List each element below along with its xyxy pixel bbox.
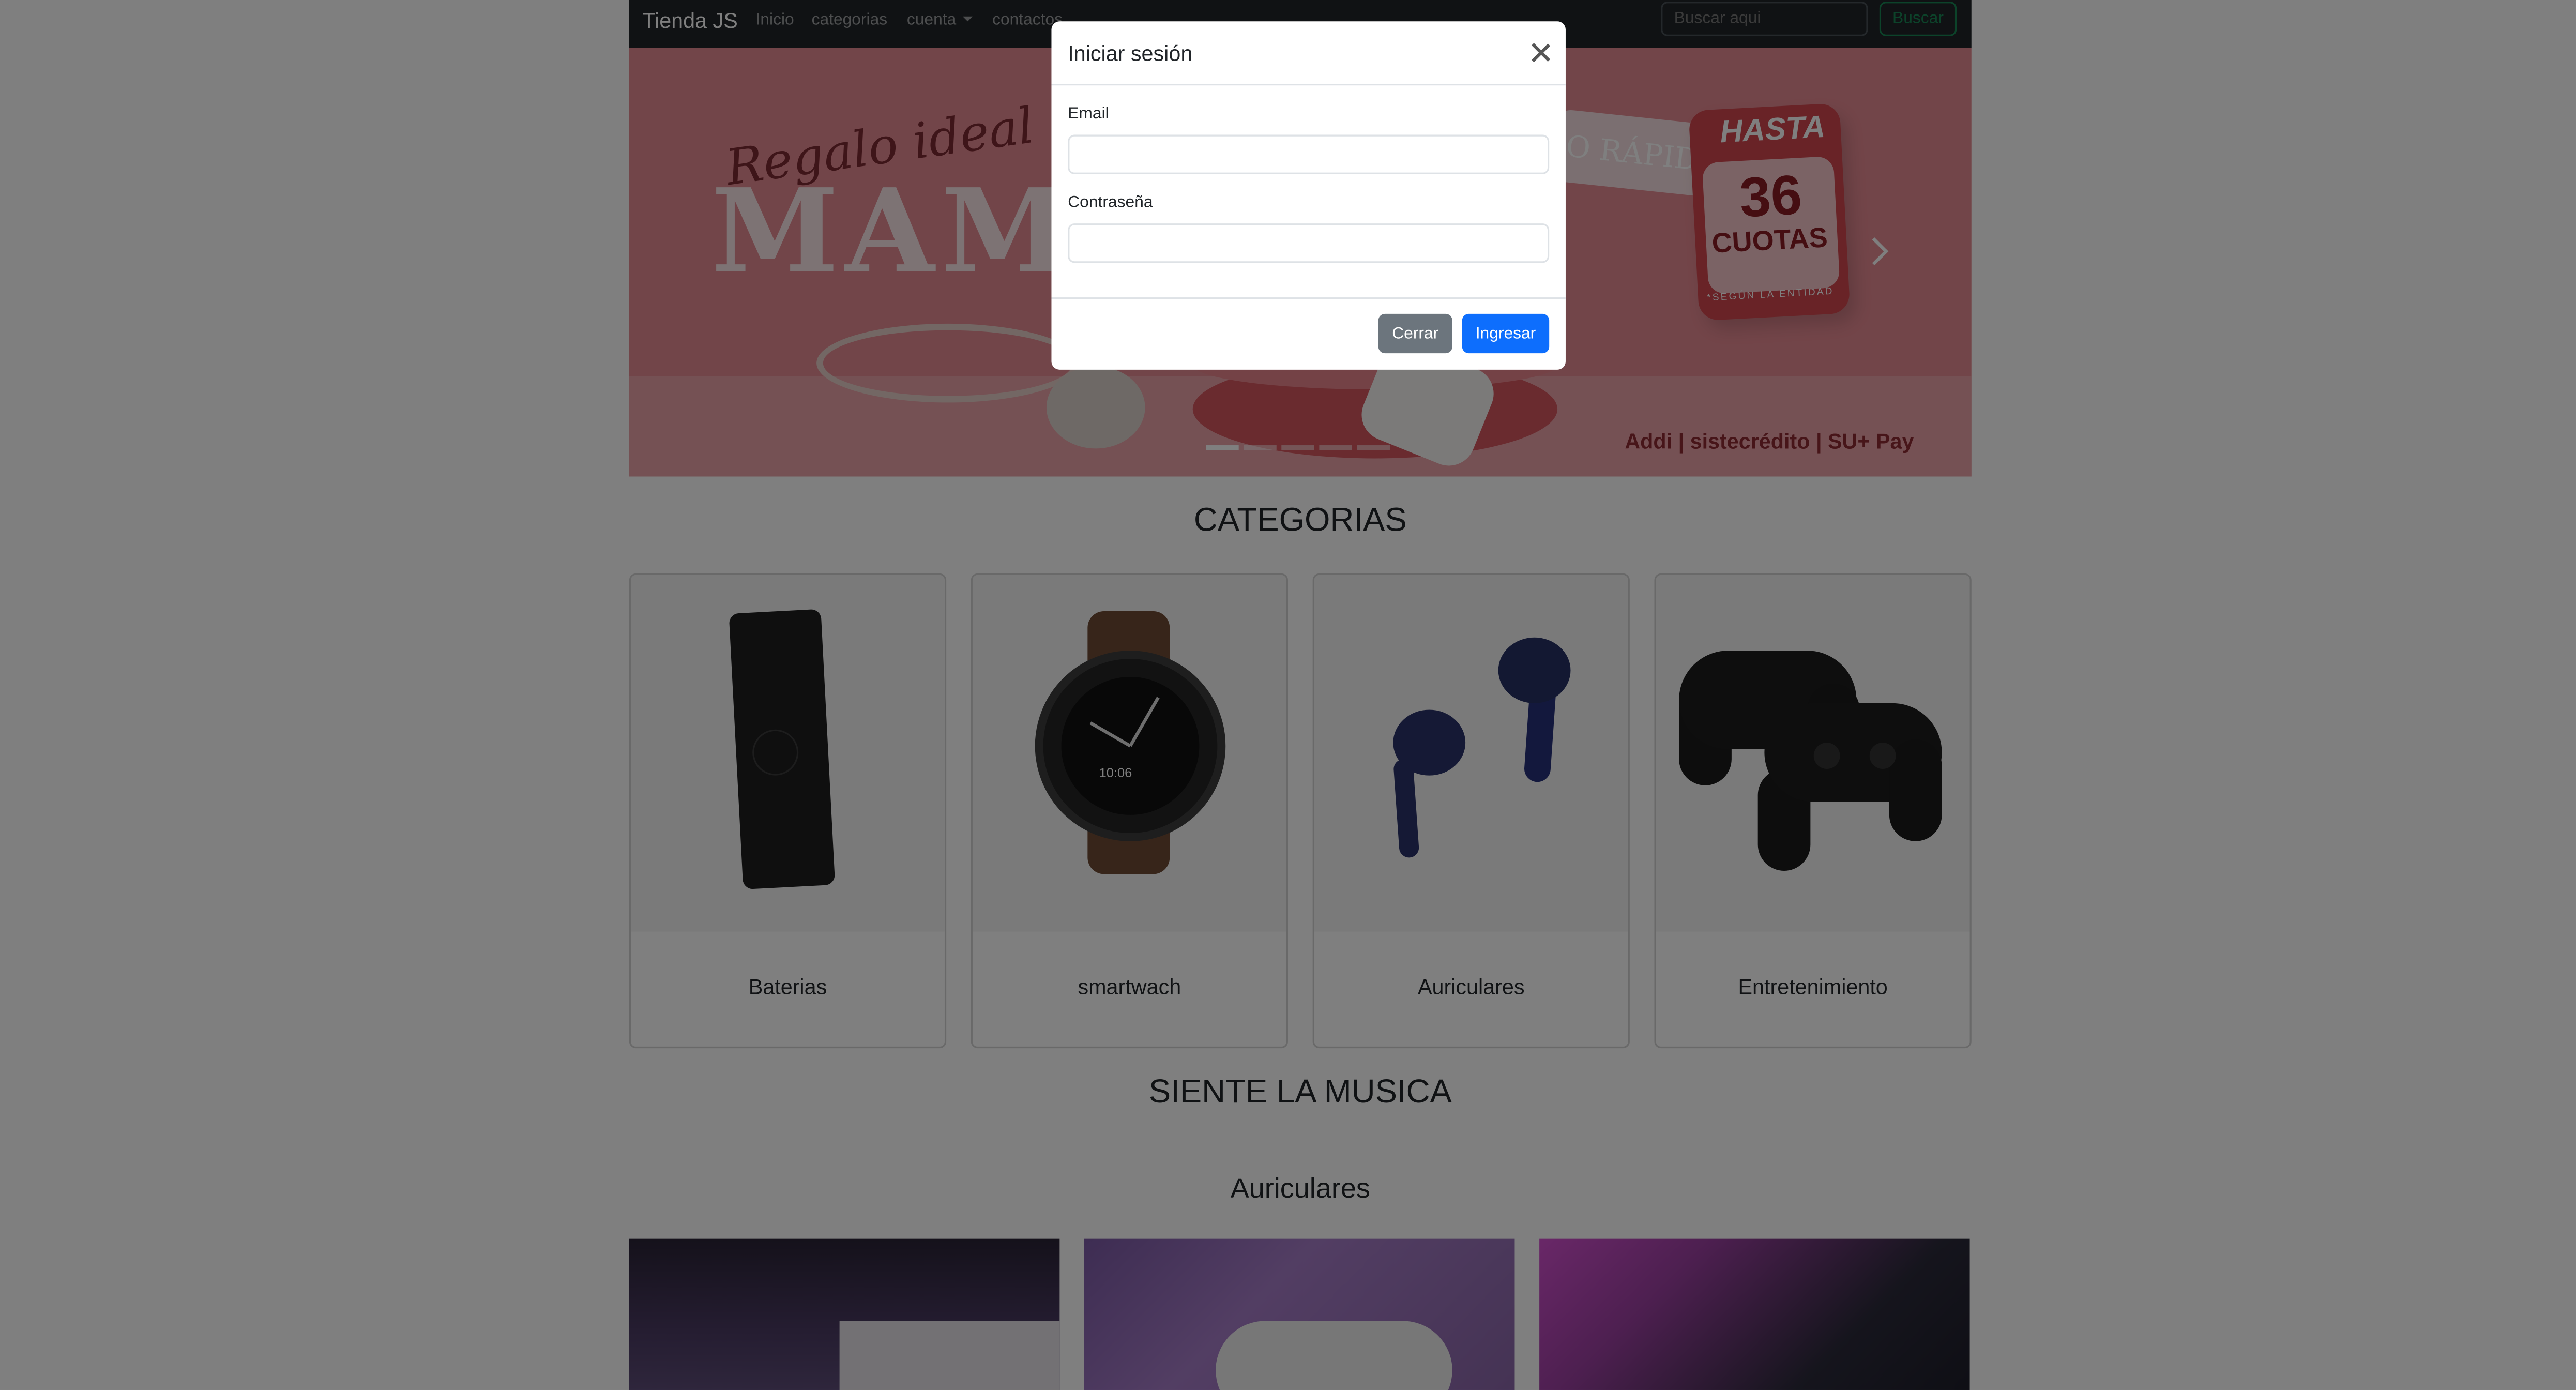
- password-field[interactable]: [1068, 223, 1550, 263]
- modal-header: Iniciar sesión: [1051, 21, 1566, 86]
- close-icon[interactable]: [1529, 41, 1552, 64]
- login-modal: Iniciar sesión Email Contraseña Cerrar I…: [1051, 21, 1566, 370]
- email-field[interactable]: [1068, 134, 1550, 174]
- modal-footer-divider: [1051, 297, 1566, 299]
- password-label: Contraseña: [1068, 193, 1153, 212]
- login-button[interactable]: Ingresar: [1462, 313, 1550, 354]
- modal-title: Iniciar sesión: [1068, 41, 1193, 66]
- email-label: Email: [1068, 105, 1109, 124]
- close-button[interactable]: Cerrar: [1378, 313, 1452, 354]
